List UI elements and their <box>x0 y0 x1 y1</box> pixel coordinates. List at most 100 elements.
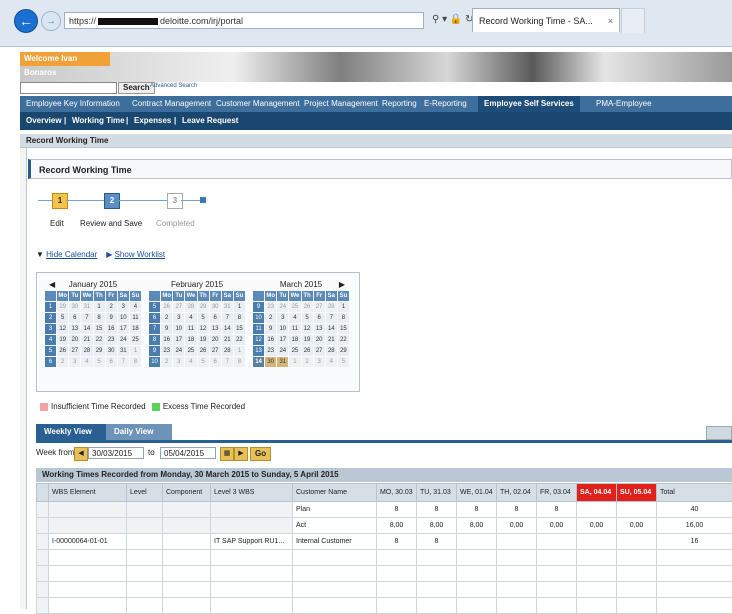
calendar-week-number[interactable]: 8 <box>149 335 160 345</box>
search-input[interactable] <box>20 82 117 94</box>
calendar-day[interactable]: 15 <box>94 324 105 334</box>
table-cell[interactable] <box>457 550 497 566</box>
calendar-day[interactable]: 14 <box>326 324 337 334</box>
calendar-day[interactable]: 1 <box>338 302 349 312</box>
table-cell[interactable] <box>537 582 577 598</box>
calendar-day[interactable]: 1 <box>94 302 105 312</box>
column-header[interactable]: Customer Name <box>293 484 377 502</box>
table-cell[interactable] <box>49 566 127 582</box>
nav-reporting[interactable]: Reporting <box>382 96 417 112</box>
forward-arrow-icon[interactable]: → <box>41 11 61 31</box>
calendar-day[interactable]: 25 <box>289 302 300 312</box>
calendar-day[interactable]: 26 <box>198 346 209 356</box>
week-to-input[interactable]: 05/04/2015 <box>160 447 216 459</box>
table-cell[interactable] <box>377 582 417 598</box>
calendar-day[interactable]: 11 <box>289 324 300 334</box>
calendar-day[interactable]: 2 <box>161 313 172 323</box>
calendar-day[interactable]: 29 <box>94 346 105 356</box>
nav-project-management[interactable]: Project Management <box>304 96 378 112</box>
calendar-day[interactable]: 28 <box>326 302 337 312</box>
table-cell[interactable] <box>163 598 211 614</box>
calendar-day[interactable]: 2 <box>106 302 117 312</box>
calendar-day[interactable]: 4 <box>81 357 92 367</box>
calendar-day[interactable]: 7 <box>81 313 92 323</box>
calendar-day[interactable]: 4 <box>289 313 300 323</box>
calendar-week-number[interactable]: 7 <box>149 324 160 334</box>
calendar-day[interactable]: 24 <box>277 346 288 356</box>
calendar-week-number[interactable]: 9 <box>149 346 160 356</box>
calendar-day[interactable]: 31 <box>81 302 92 312</box>
calendar-day[interactable]: 17 <box>173 335 184 345</box>
next-week-icon[interactable]: ▶ <box>234 447 248 461</box>
table-cell[interactable] <box>457 534 497 550</box>
calendar-day[interactable]: 1 <box>234 346 245 356</box>
column-header[interactable] <box>37 484 49 502</box>
table-cell[interactable] <box>49 598 127 614</box>
column-header[interactable]: TU, 31.03 <box>417 484 457 502</box>
calendar-day[interactable]: 5 <box>57 313 68 323</box>
calendar-day[interactable]: 2 <box>57 357 68 367</box>
column-header[interactable]: SU, 05.04 <box>617 484 657 502</box>
calendar-day[interactable]: 26 <box>161 302 172 312</box>
table-cell[interactable] <box>163 534 211 550</box>
calendar-day[interactable]: 21 <box>81 335 92 345</box>
calendar-day[interactable]: 5 <box>94 357 105 367</box>
column-header[interactable]: SA, 04.04 <box>577 484 617 502</box>
roadmap-step-completed[interactable]: 3 <box>167 193 183 209</box>
calendar-day[interactable]: 24 <box>118 335 129 345</box>
column-header[interactable]: Level <box>127 484 163 502</box>
column-header[interactable]: WBS Element <box>49 484 127 502</box>
table-cell[interactable] <box>577 566 617 582</box>
back-arrow-icon[interactable]: ← <box>14 9 38 33</box>
column-header[interactable]: TH, 02.04 <box>497 484 537 502</box>
calendar-day[interactable]: 7 <box>118 357 129 367</box>
prev-month-arrow-icon[interactable]: ◀ <box>49 279 55 291</box>
calendar-day[interactable]: 18 <box>185 335 196 345</box>
table-cell[interactable] <box>417 566 457 582</box>
calendar-day[interactable]: 30 <box>210 302 221 312</box>
calendar-day[interactable]: 23 <box>265 302 276 312</box>
calendar-day[interactable]: 15 <box>338 324 349 334</box>
table-cell[interactable] <box>617 598 657 614</box>
calendar-day[interactable]: 13 <box>69 324 80 334</box>
nav-employee-self-services[interactable]: Employee Self Services <box>478 96 580 112</box>
table-cell[interactable] <box>211 582 293 598</box>
calendar-day[interactable]: 31 <box>222 302 233 312</box>
roadmap-step-review[interactable]: 2 <box>104 193 120 209</box>
calendar-day[interactable]: 25 <box>185 346 196 356</box>
calendar-day[interactable]: 6 <box>210 357 221 367</box>
roadmap-step-edit[interactable]: 1 <box>52 193 68 209</box>
close-icon[interactable]: × <box>608 9 613 33</box>
calendar-week-number[interactable]: 1 <box>45 302 56 312</box>
calendar-day[interactable]: 25 <box>289 346 300 356</box>
table-cell[interactable] <box>457 566 497 582</box>
table-cell[interactable] <box>377 550 417 566</box>
table-cell[interactable] <box>577 582 617 598</box>
table-cell[interactable] <box>577 598 617 614</box>
table-cell[interactable]: Internal Customer <box>293 534 377 550</box>
calendar-day[interactable]: 21 <box>326 335 337 345</box>
calendar-week-number[interactable]: 10 <box>149 357 160 367</box>
calendar-day[interactable]: 14 <box>222 324 233 334</box>
calendar-day[interactable]: 16 <box>161 335 172 345</box>
table-cell[interactable] <box>127 550 163 566</box>
calendar-week-number[interactable]: 12 <box>253 335 264 345</box>
calendar-day[interactable]: 5 <box>338 357 349 367</box>
table-cell[interactable] <box>457 582 497 598</box>
calendar-day[interactable]: 9 <box>106 313 117 323</box>
calendar-day[interactable]: 19 <box>302 335 313 345</box>
calendar-week-number[interactable]: 6 <box>149 313 160 323</box>
calendar-week-number[interactable]: 9 <box>253 302 264 312</box>
calendar-day[interactable]: 28 <box>185 302 196 312</box>
calendar-week-number[interactable]: 6 <box>45 357 56 367</box>
column-header[interactable]: Component <box>163 484 211 502</box>
calendar-week-number[interactable]: 10 <box>253 313 264 323</box>
show-worklist-link[interactable]: Show Worklist <box>115 250 166 259</box>
table-cell[interactable]: I-00000064-01-01 <box>49 534 127 550</box>
calendar-day[interactable]: 30 <box>106 346 117 356</box>
table-cell[interactable] <box>163 582 211 598</box>
column-header[interactable]: WE, 01.04 <box>457 484 497 502</box>
calendar-day[interactable]: 22 <box>234 335 245 345</box>
calendar-day[interactable]: 11 <box>185 324 196 334</box>
calendar-day[interactable]: 4 <box>326 357 337 367</box>
